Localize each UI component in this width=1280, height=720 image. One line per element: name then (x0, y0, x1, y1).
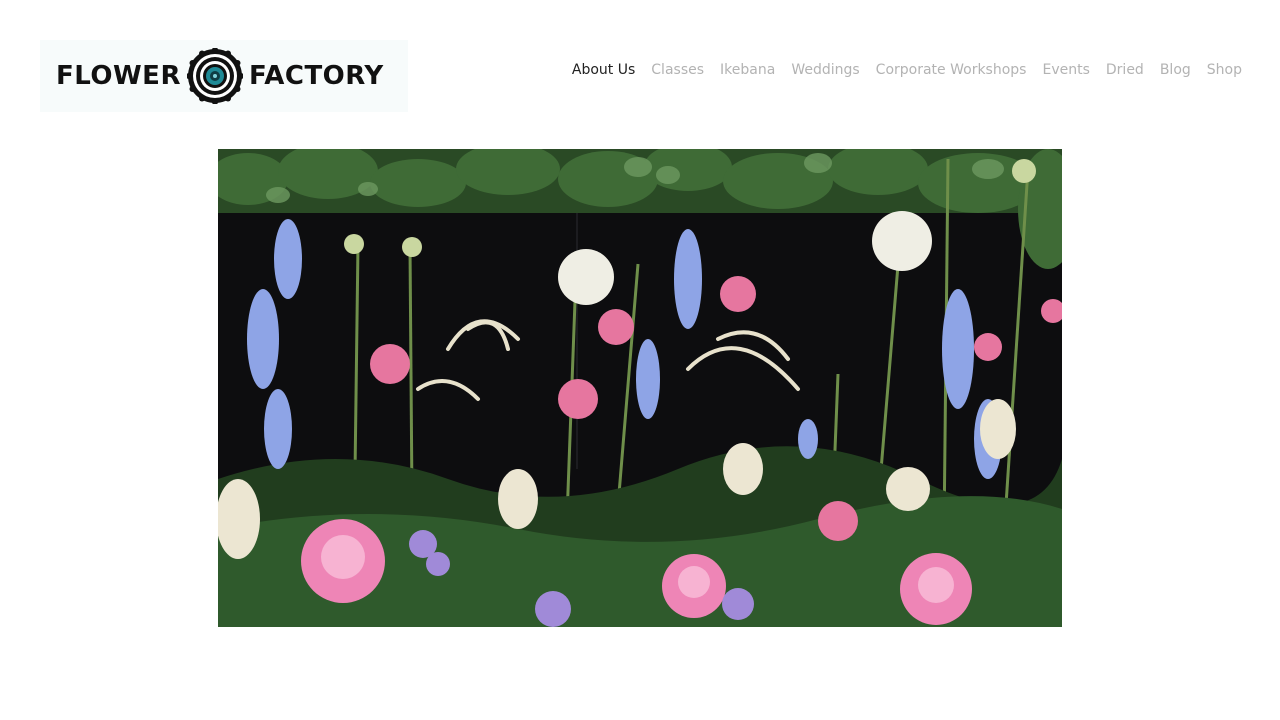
nav-item-classes[interactable]: Classes (651, 62, 704, 78)
main-nav: About Us Classes Ikebana Weddings Corpor… (556, 62, 1242, 78)
site-header: FLOWER FACTORY About Us Classes Ikebana … (0, 0, 1280, 140)
page: FLOWER FACTORY About Us Classes Ikebana … (0, 0, 1280, 720)
nav-item-about-us[interactable]: About Us (572, 62, 635, 78)
nav-item-blog[interactable]: Blog (1160, 62, 1191, 78)
nav-item-ikebana[interactable]: Ikebana (720, 62, 775, 78)
nav-item-weddings[interactable]: Weddings (791, 62, 859, 78)
nav-item-shop[interactable]: Shop (1207, 62, 1242, 78)
nav-item-dried[interactable]: Dried (1106, 62, 1144, 78)
hero-image (218, 149, 1062, 627)
flower-mandala-icon (186, 48, 243, 104)
logo-text-left: FLOWER (56, 61, 181, 91)
logo-text-right: FACTORY (248, 61, 384, 91)
floral-arrangement-photo (218, 149, 1062, 627)
nav-item-corporate-workshops[interactable]: Corporate Workshops (876, 62, 1027, 78)
site-logo[interactable]: FLOWER FACTORY (40, 40, 408, 112)
nav-item-events[interactable]: Events (1042, 62, 1089, 78)
